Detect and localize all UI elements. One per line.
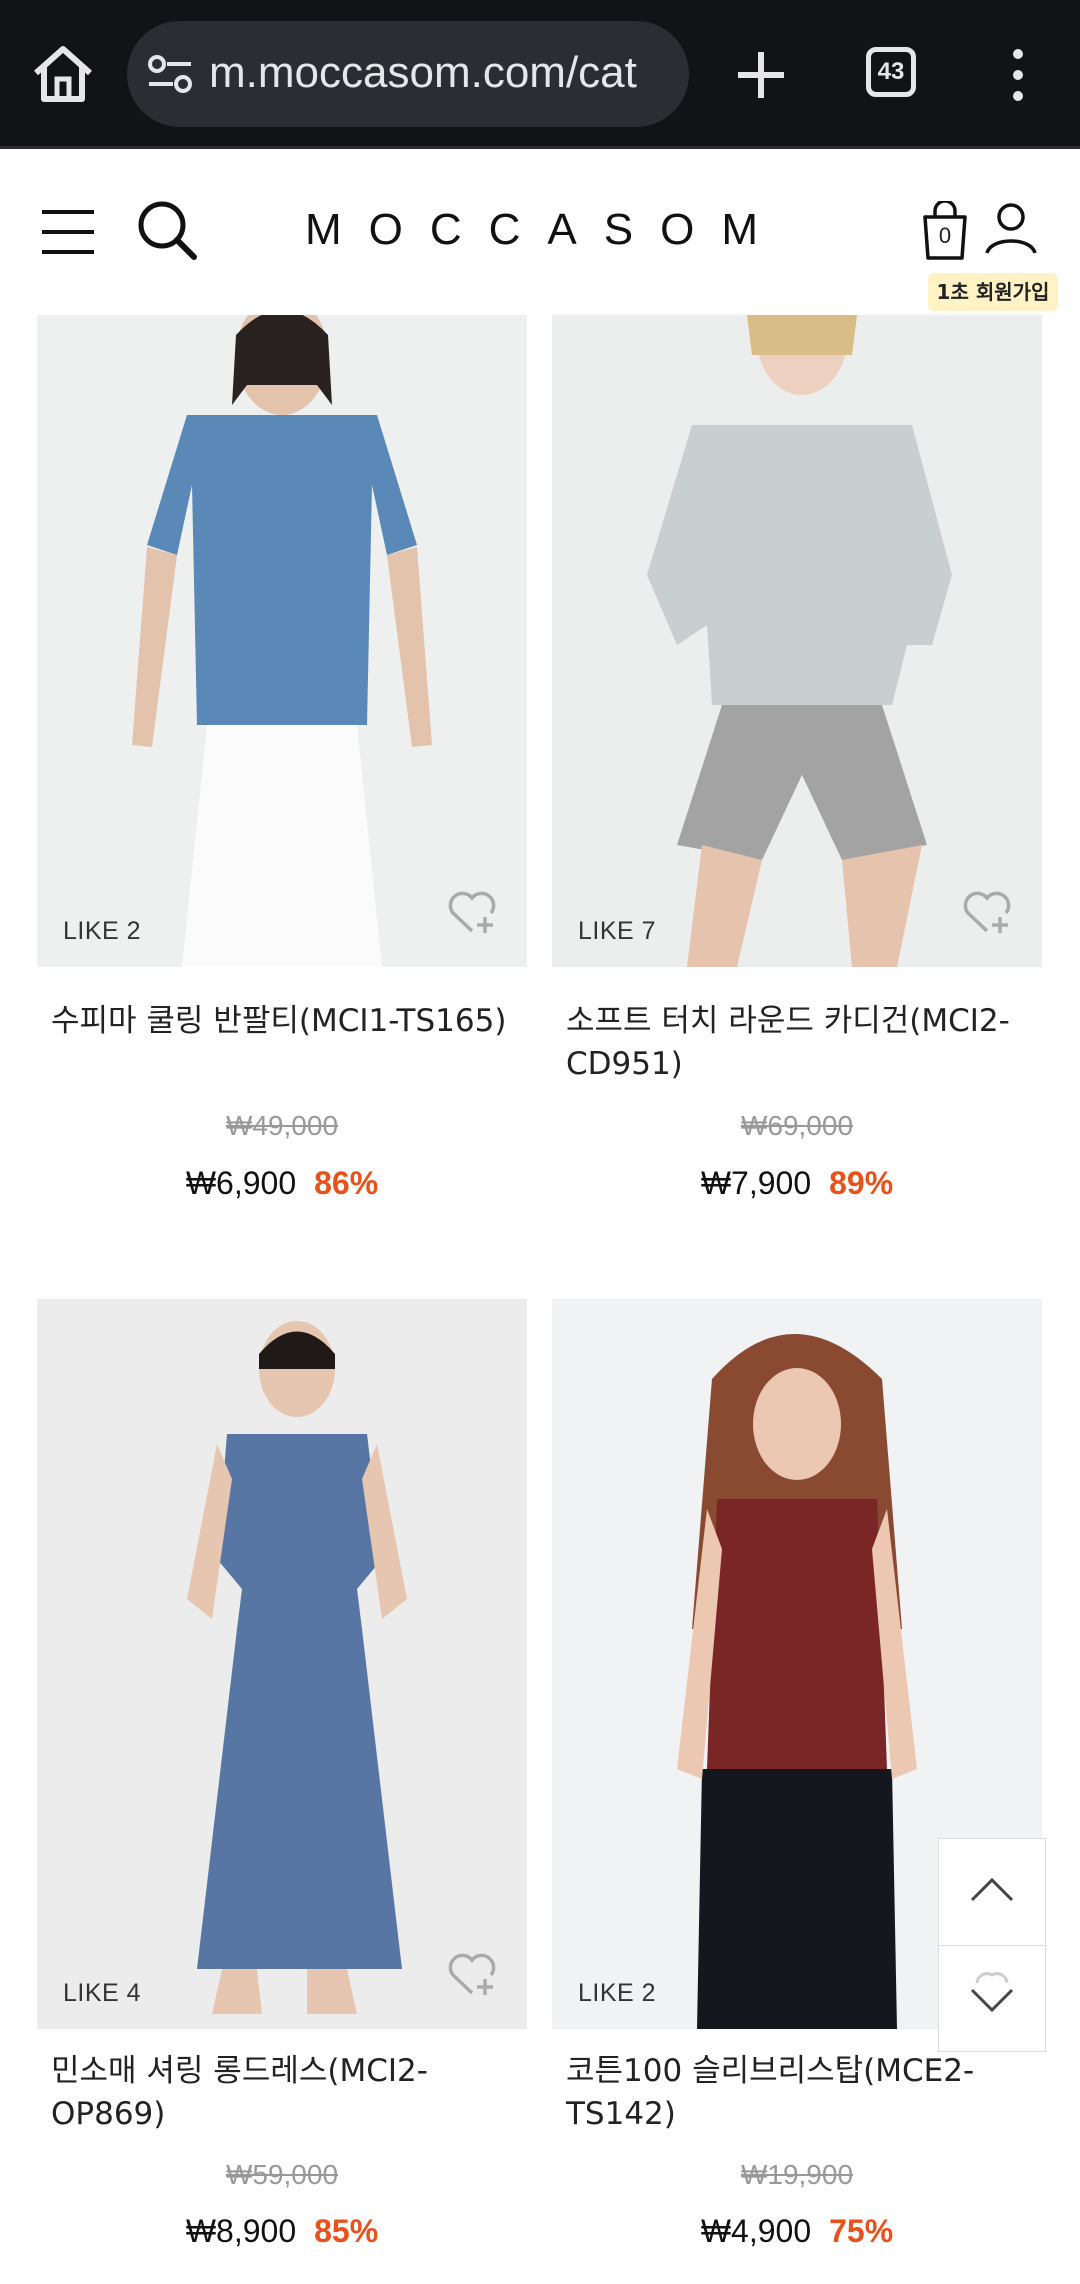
tab-switcher-icon[interactable]: 43 [866,47,916,97]
price-row: ₩7,900 89% [552,1165,1042,1202]
scroll-up-icon[interactable] [939,1839,1045,1946]
browser-toolbar: m.moccasom.com/cat 43 [0,0,1080,149]
product-image[interactable]: LIKE 2 [37,315,527,967]
wishlist-heart-icon[interactable] [447,889,497,935]
url-text: m.moccasom.com/cat [209,48,637,97]
site-header: MOCCASOM 0 1초 회원가입 [0,149,1080,315]
product-name[interactable]: 소프트 터치 라운드 카디건(MCI2-CD951) [566,1000,1026,1086]
wishlist-heart-icon[interactable] [962,889,1012,935]
discount-rate: 89% [829,1165,894,1201]
cart-count: 0 [938,223,952,248]
product-image[interactable]: LIKE 7 [552,315,1042,967]
price-row: ₩8,900 85% [37,2213,527,2250]
wishlist-heart-icon[interactable] [447,1951,497,1997]
product-name[interactable]: 민소매 셔링 롱드레스(MCI2-OP869) [51,2050,511,2136]
discount-rate: 86% [314,1165,379,1201]
signup-badge[interactable]: 1초 회원가입 [928,273,1058,311]
sale-price: ₩8,900 [185,2213,297,2249]
like-count: LIKE 4 [63,1979,142,2007]
price-row: ₩4,900 75% [552,2213,1042,2250]
like-count: LIKE 2 [63,917,142,945]
site-settings-icon[interactable] [145,52,195,96]
shopping-bag-icon[interactable]: 0 [920,199,970,261]
like-count: LIKE 7 [578,917,657,945]
product-name[interactable]: 수피마 쿨링 반팔티(MCI1-TS165) [51,1000,511,1043]
sale-price: ₩7,900 [700,1165,812,1201]
scroll-controls [938,1838,1046,2052]
more-menu-icon[interactable] [1000,44,1036,106]
original-price: ₩59,000 [225,2159,339,2190]
discount-rate: 75% [829,2213,894,2249]
sale-price: ₩6,900 [185,1165,297,1201]
like-count: LIKE 2 [578,1979,657,2007]
price-row: ₩6,900 86% [37,1165,527,1202]
original-price: ₩69,000 [740,1110,854,1141]
product-image[interactable]: LIKE 4 [37,1299,527,2029]
address-bar[interactable]: m.moccasom.com/cat [127,21,689,127]
original-price: ₩49,000 [225,1110,339,1141]
garment-shape [707,1499,887,1769]
product-name[interactable]: 코튼100 슬리브리스탑(MCE2-TS142) [566,2050,1026,2136]
garment-shape [217,1434,382,1629]
new-tab-icon[interactable] [730,44,792,106]
discount-rate: 85% [314,2213,379,2249]
scroll-down-icon[interactable] [939,1945,1045,2051]
account-icon[interactable] [984,201,1038,255]
home-icon[interactable] [30,43,96,105]
original-price: ₩19,900 [740,2159,854,2190]
site-logo[interactable]: MOCCASOM [0,199,1080,261]
sale-price: ₩4,900 [700,2213,812,2249]
